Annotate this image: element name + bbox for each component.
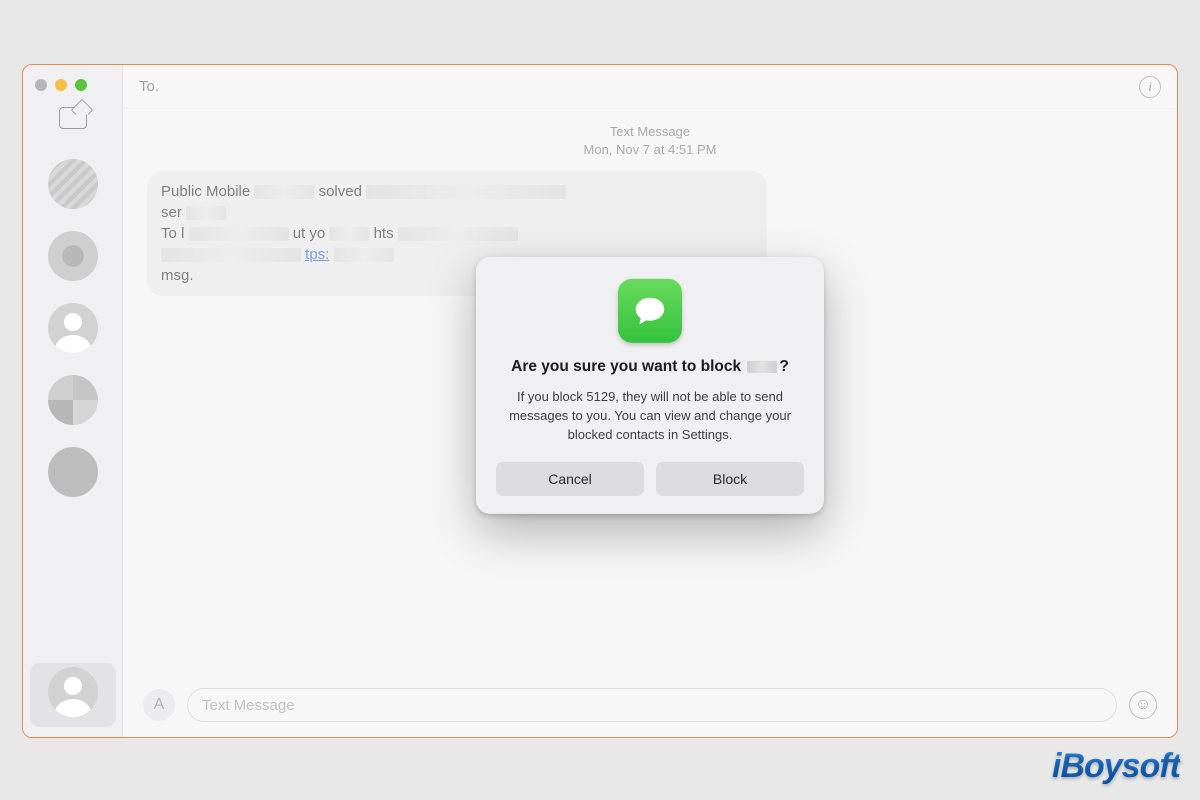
message-time-label: Mon, Nov 7 at 4:51 PM <box>147 141 1153 159</box>
message-text: ser <box>161 204 182 221</box>
conversation-item-selected[interactable] <box>30 663 116 727</box>
dialog-title-text: ? <box>779 358 788 375</box>
block-contact-dialog: Are you sure you want to block ? If you … <box>476 257 824 514</box>
redacted-span <box>254 185 314 199</box>
message-text: solved <box>319 183 367 200</box>
avatar-placeholder-icon <box>48 303 98 353</box>
dialog-title: Are you sure you want to block ? <box>496 357 804 378</box>
message-text: msg. <box>161 267 194 284</box>
redacted-span <box>189 227 289 241</box>
conversation-item[interactable] <box>48 159 98 209</box>
message-composer: A Text Message ☺ <box>123 673 1177 737</box>
message-kind-label: Text Message <box>147 123 1153 141</box>
conversation-item[interactable] <box>48 231 98 281</box>
redacted-span <box>186 206 226 220</box>
apps-button[interactable]: A <box>143 689 175 721</box>
dialog-button-row: Cancel Block <box>496 462 804 496</box>
dialog-body: If you block 5129, they will not be able… <box>496 388 804 445</box>
conversation-main: To. i Text Message Mon, Nov 7 at 4:51 PM… <box>123 65 1177 737</box>
emoji-picker-button[interactable]: ☺ <box>1129 691 1157 719</box>
redacted-span <box>747 361 777 373</box>
cancel-button[interactable]: Cancel <box>496 462 644 496</box>
redacted-span <box>398 227 518 241</box>
avatar-placeholder-icon <box>48 667 98 717</box>
redacted-span <box>334 248 394 262</box>
smiley-icon: ☺ <box>1135 696 1151 714</box>
block-button[interactable]: Block <box>656 462 804 496</box>
fullscreen-window-button[interactable] <box>75 79 87 91</box>
watermark-logo: iBoysoft <box>1052 747 1180 786</box>
message-link[interactable]: tps: <box>305 246 329 263</box>
messages-app-icon <box>618 279 682 343</box>
message-text: hts <box>374 225 394 242</box>
conversation-item[interactable] <box>48 447 98 497</box>
info-icon: i <box>1148 79 1152 95</box>
minimize-window-button[interactable] <box>55 79 67 91</box>
details-info-button[interactable]: i <box>1139 76 1161 98</box>
message-text: ut yo <box>293 225 326 242</box>
message-text: Public Mobile <box>161 183 254 200</box>
conversation-item[interactable] <box>48 303 98 353</box>
thread-timestamp: Text Message Mon, Nov 7 at 4:51 PM <box>147 123 1153 159</box>
conversation-header: To. i <box>123 65 1177 109</box>
conversation-item[interactable] <box>48 375 98 425</box>
redacted-span <box>329 227 369 241</box>
redacted-span <box>161 248 301 262</box>
message-text: To l <box>161 225 184 242</box>
close-window-button[interactable] <box>35 79 47 91</box>
to-label: To. <box>139 78 159 95</box>
compose-new-message-button[interactable] <box>59 107 87 129</box>
messages-window: To. i Text Message Mon, Nov 7 at 4:51 PM… <box>22 64 1178 738</box>
conversation-sidebar <box>23 65 123 737</box>
apps-icon: A <box>154 696 165 714</box>
dialog-title-text: Are you sure you want to block <box>511 358 745 375</box>
message-input-placeholder: Text Message <box>202 697 295 714</box>
message-input[interactable]: Text Message <box>187 688 1117 722</box>
redacted-span <box>366 185 566 199</box>
window-controls <box>23 75 87 105</box>
